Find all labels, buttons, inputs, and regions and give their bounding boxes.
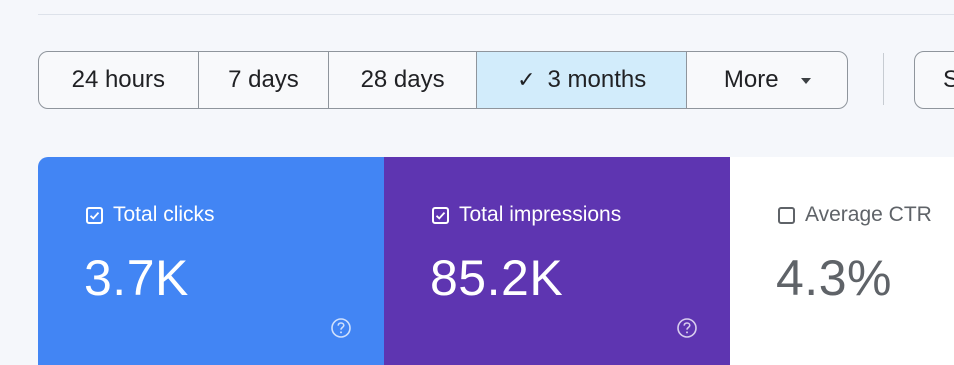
total-clicks-value: 3.7K: [84, 250, 189, 306]
range-28-days-label: 28 days: [360, 66, 445, 93]
date-range-selector: 24 hours 7 days 28 days ✓ 3 months More: [38, 51, 848, 109]
top-divider: [38, 14, 954, 15]
range-24-hours-button[interactable]: 24 hours: [39, 52, 199, 108]
total-impressions-label: Total impressions: [459, 203, 622, 226]
range-3-months-button[interactable]: ✓ 3 months: [476, 52, 688, 108]
average-ctr-header: Average CTR: [778, 203, 932, 227]
chevron-down-icon: [800, 78, 811, 84]
total-impressions-value: 85.2K: [430, 250, 564, 306]
checkbox-empty-icon[interactable]: [778, 206, 795, 224]
metric-cards: Total clicks 3.7K Total impressions 85.2…: [38, 157, 954, 365]
total-clicks-card[interactable]: Total clicks 3.7K: [38, 157, 384, 365]
checkbox-checked-icon[interactable]: [86, 206, 103, 224]
range-more-label: More: [723, 66, 779, 93]
range-7-days-label: 7 days: [228, 66, 299, 93]
range-28-days-button[interactable]: 28 days: [329, 52, 477, 108]
total-impressions-card[interactable]: Total impressions 85.2K: [384, 157, 730, 365]
range-24-hours-label: 24 hours: [71, 66, 165, 93]
checkbox-checked-icon[interactable]: [432, 206, 449, 224]
partial-toolbar-button-label: S: [943, 66, 954, 93]
total-clicks-header: Total clicks: [86, 203, 215, 227]
average-ctr-value: 4.3%: [776, 250, 892, 306]
total-impressions-header: Total impressions: [432, 203, 621, 227]
check-icon: ✓: [517, 67, 536, 92]
help-circle-icon[interactable]: [676, 317, 698, 339]
range-more-button[interactable]: More: [687, 52, 847, 108]
average-ctr-label: Average CTR: [805, 203, 932, 226]
range-7-days-button[interactable]: 7 days: [199, 52, 330, 108]
toolbar-divider: [883, 53, 884, 105]
total-clicks-label: Total clicks: [113, 203, 215, 226]
partial-toolbar-button[interactable]: S: [914, 51, 954, 109]
range-3-months-label: 3 months: [547, 66, 647, 93]
average-ctr-card[interactable]: Average CTR 4.3%: [730, 157, 954, 365]
help-circle-icon[interactable]: [330, 317, 352, 339]
